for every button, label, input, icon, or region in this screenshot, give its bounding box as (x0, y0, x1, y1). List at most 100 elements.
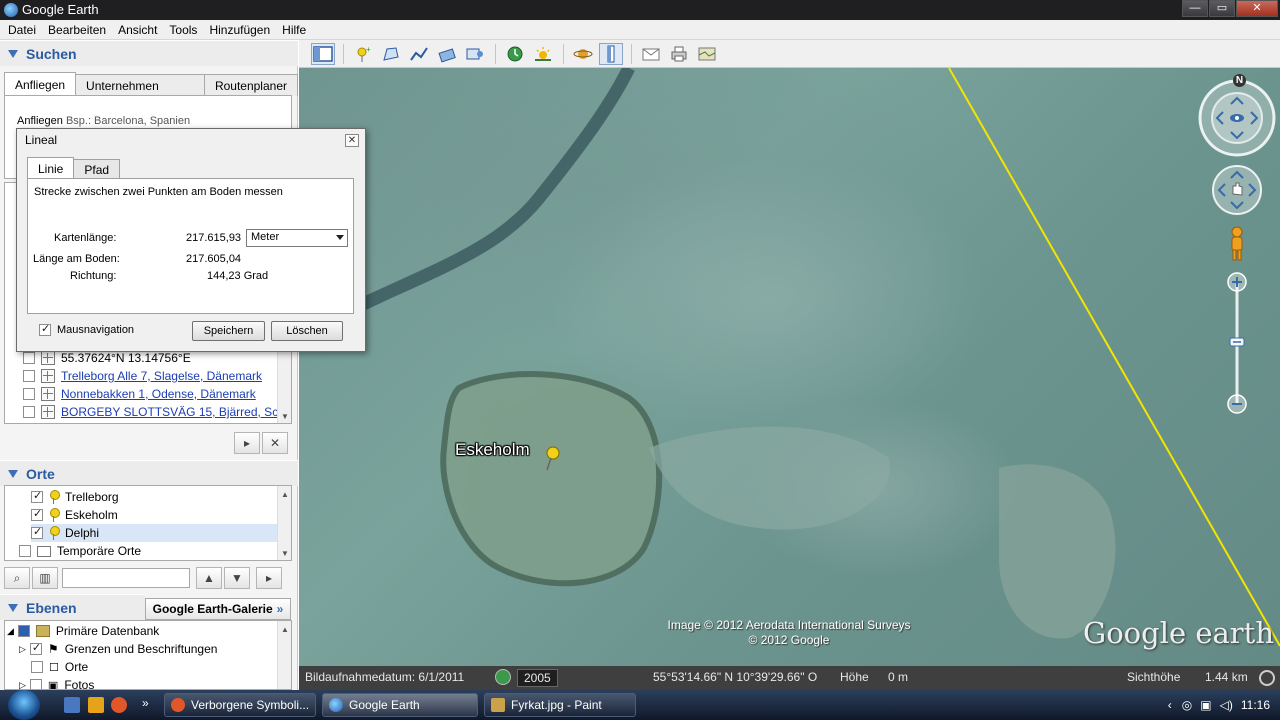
checkbox[interactable] (23, 370, 35, 382)
tab-pfad[interactable]: Pfad (73, 159, 121, 179)
taskbar-item-active[interactable]: Google Earth (322, 693, 478, 717)
tree-item[interactable]: ▷ ⚑ Grenzen und Beschriftungen (19, 640, 217, 658)
taskbar-item[interactable]: Fyrkat.jpg - Paint (484, 693, 636, 717)
save-button[interactable]: Speichern (192, 321, 265, 341)
checkbox[interactable] (23, 406, 35, 418)
checkbox[interactable] (31, 489, 43, 503)
print-button[interactable] (667, 43, 691, 65)
pegman-icon[interactable] (1227, 226, 1247, 262)
places-section-header[interactable]: Orte (0, 460, 298, 486)
planets-button[interactable] (571, 43, 595, 65)
checkbox[interactable] (39, 322, 51, 336)
tab-unternehmen-suchen[interactable]: Unternehmen suchen (75, 74, 205, 107)
zoom-slider[interactable] (1224, 272, 1250, 416)
historical-imagery-button[interactable] (503, 43, 527, 65)
start-button[interactable] (8, 690, 40, 720)
tree-item[interactable]: ☐ Orte (31, 658, 88, 676)
imagery-year[interactable]: 2005 (517, 669, 558, 687)
move-up-button[interactable]: ▲ (196, 567, 222, 589)
checkbox[interactable] (31, 507, 43, 521)
tree-item[interactable]: Eskeholm (31, 506, 118, 524)
search-section-header[interactable]: Suchen (0, 40, 298, 66)
scroll-up-icon[interactable]: ▲ (281, 625, 289, 634)
tab-routenplaner[interactable]: Routenplaner (203, 74, 298, 96)
checkbox[interactable] (31, 661, 43, 673)
tray-expand-icon[interactable]: ‹ (1168, 698, 1172, 712)
record-tour-button[interactable] (463, 43, 487, 65)
security-icon[interactable]: ▣ (1200, 698, 1211, 712)
mouse-navigation-checkbox[interactable]: Mausnavigation (39, 322, 134, 336)
menu-hinzufuegen[interactable]: Hinzufügen (203, 23, 276, 37)
tree-item-selected[interactable]: Delphi (31, 524, 279, 542)
look-joystick[interactable] (1197, 78, 1277, 158)
expand-triangle-icon[interactable]: ◢ (7, 626, 14, 637)
scroll-up-icon[interactable]: ▲ (281, 490, 289, 499)
menu-datei[interactable]: Datei (2, 23, 42, 37)
placemark-label[interactable]: Eskeholm (455, 440, 530, 460)
result-link[interactable]: BORGEBY SLOTTSVÄG 15, Bjärred, Schwe (61, 405, 291, 419)
map-view[interactable]: Eskeholm N Image © 2012 Aerodata Interna… (299, 68, 1280, 666)
clock[interactable]: 11:16 (1241, 698, 1270, 712)
email-button[interactable] (639, 43, 663, 65)
tab-linie[interactable]: Linie (27, 157, 75, 179)
north-indicator[interactable]: N (1233, 74, 1246, 87)
add-placemark-button[interactable]: + (351, 43, 375, 65)
layers-section-header[interactable]: Ebenen (0, 594, 145, 620)
volume-icon[interactable]: ◁) (1220, 698, 1233, 712)
scroll-down-icon[interactable]: ▼ (281, 412, 289, 421)
places-filter-input[interactable] (62, 568, 190, 588)
result-link[interactable]: Trelleborg Alle 7, Slagelse, Dänemark (61, 369, 262, 383)
tree-item[interactable]: ◢ Primäre Datenbank (7, 622, 159, 640)
menu-ansicht[interactable]: Ansicht (112, 23, 163, 37)
result-link[interactable]: Nonnebakken 1, Odense, Dänemark (61, 387, 256, 401)
checkbox[interactable] (29, 641, 42, 655)
expand-triangle-icon[interactable]: ▷ (19, 644, 26, 655)
media-player-icon[interactable] (88, 697, 104, 713)
sidebar-toggle-button[interactable] (311, 43, 335, 65)
dialog-close-button[interactable]: ✕ (345, 134, 359, 147)
checkbox[interactable] (17, 625, 30, 637)
view-in-maps-button[interactable] (695, 43, 719, 65)
maximize-button[interactable]: ▭ (1209, 0, 1235, 17)
taskbar-item[interactable]: Verborgene Symboli... (164, 693, 316, 717)
more-quicklaunch-icon[interactable]: » (142, 696, 149, 710)
list-item[interactable]: BORGEBY SLOTTSVÄG 15, Bjärred, Schwe (23, 403, 291, 421)
menu-hilfe[interactable]: Hilfe (276, 23, 312, 37)
network-icon[interactable]: ◎ (1182, 698, 1192, 712)
historical-clock-icon[interactable] (495, 669, 511, 685)
sunlight-button[interactable] (531, 43, 555, 65)
layers-scrollbar[interactable]: ▲ (277, 621, 291, 689)
show-desktop-icon[interactable] (64, 697, 80, 713)
delete-button[interactable]: Löschen (271, 321, 343, 341)
checkbox[interactable] (19, 545, 31, 557)
expand-button[interactable]: ▸ (234, 432, 260, 454)
panel-toggle-button[interactable]: ▥ (32, 567, 58, 589)
tree-item[interactable]: Temporäre Orte (19, 542, 141, 560)
tree-item[interactable]: ▷ ▣ Fotos (19, 676, 94, 689)
checkbox[interactable] (23, 388, 35, 400)
expand-button[interactable]: ▸ (256, 567, 282, 589)
add-overlay-button[interactable] (435, 43, 459, 65)
tree-item[interactable]: Trelleborg (31, 488, 119, 506)
minimize-button[interactable]: — (1182, 0, 1208, 17)
checkbox[interactable] (29, 679, 42, 689)
scroll-down-icon[interactable]: ▼ (281, 549, 289, 558)
menu-bearbeiten[interactable]: Bearbeiten (42, 23, 112, 37)
menu-tools[interactable]: Tools (163, 23, 203, 37)
list-item[interactable]: Nonnebakken 1, Odense, Dänemark (23, 385, 256, 403)
unit-select[interactable]: Meter (246, 229, 348, 247)
move-joystick[interactable] (1211, 164, 1263, 216)
checkbox[interactable] (23, 352, 35, 364)
firefox-icon[interactable] (111, 697, 127, 713)
checkbox[interactable] (31, 525, 43, 539)
list-item[interactable]: Trelleborg Alle 7, Slagelse, Dänemark (23, 367, 262, 385)
places-scrollbar[interactable]: ▲ ▼ (277, 486, 291, 560)
earth-gallery-button[interactable]: Google Earth-Galerie» (145, 598, 291, 620)
add-path-button[interactable] (407, 43, 431, 65)
ruler-button[interactable] (599, 43, 623, 65)
add-polygon-button[interactable] (379, 43, 403, 65)
tab-anfliegen[interactable]: Anfliegen (4, 72, 77, 96)
search-places-button[interactable]: ⌕ (4, 567, 30, 589)
clear-results-button[interactable]: ✕ (262, 432, 288, 454)
move-down-button[interactable]: ▼ (224, 567, 250, 589)
